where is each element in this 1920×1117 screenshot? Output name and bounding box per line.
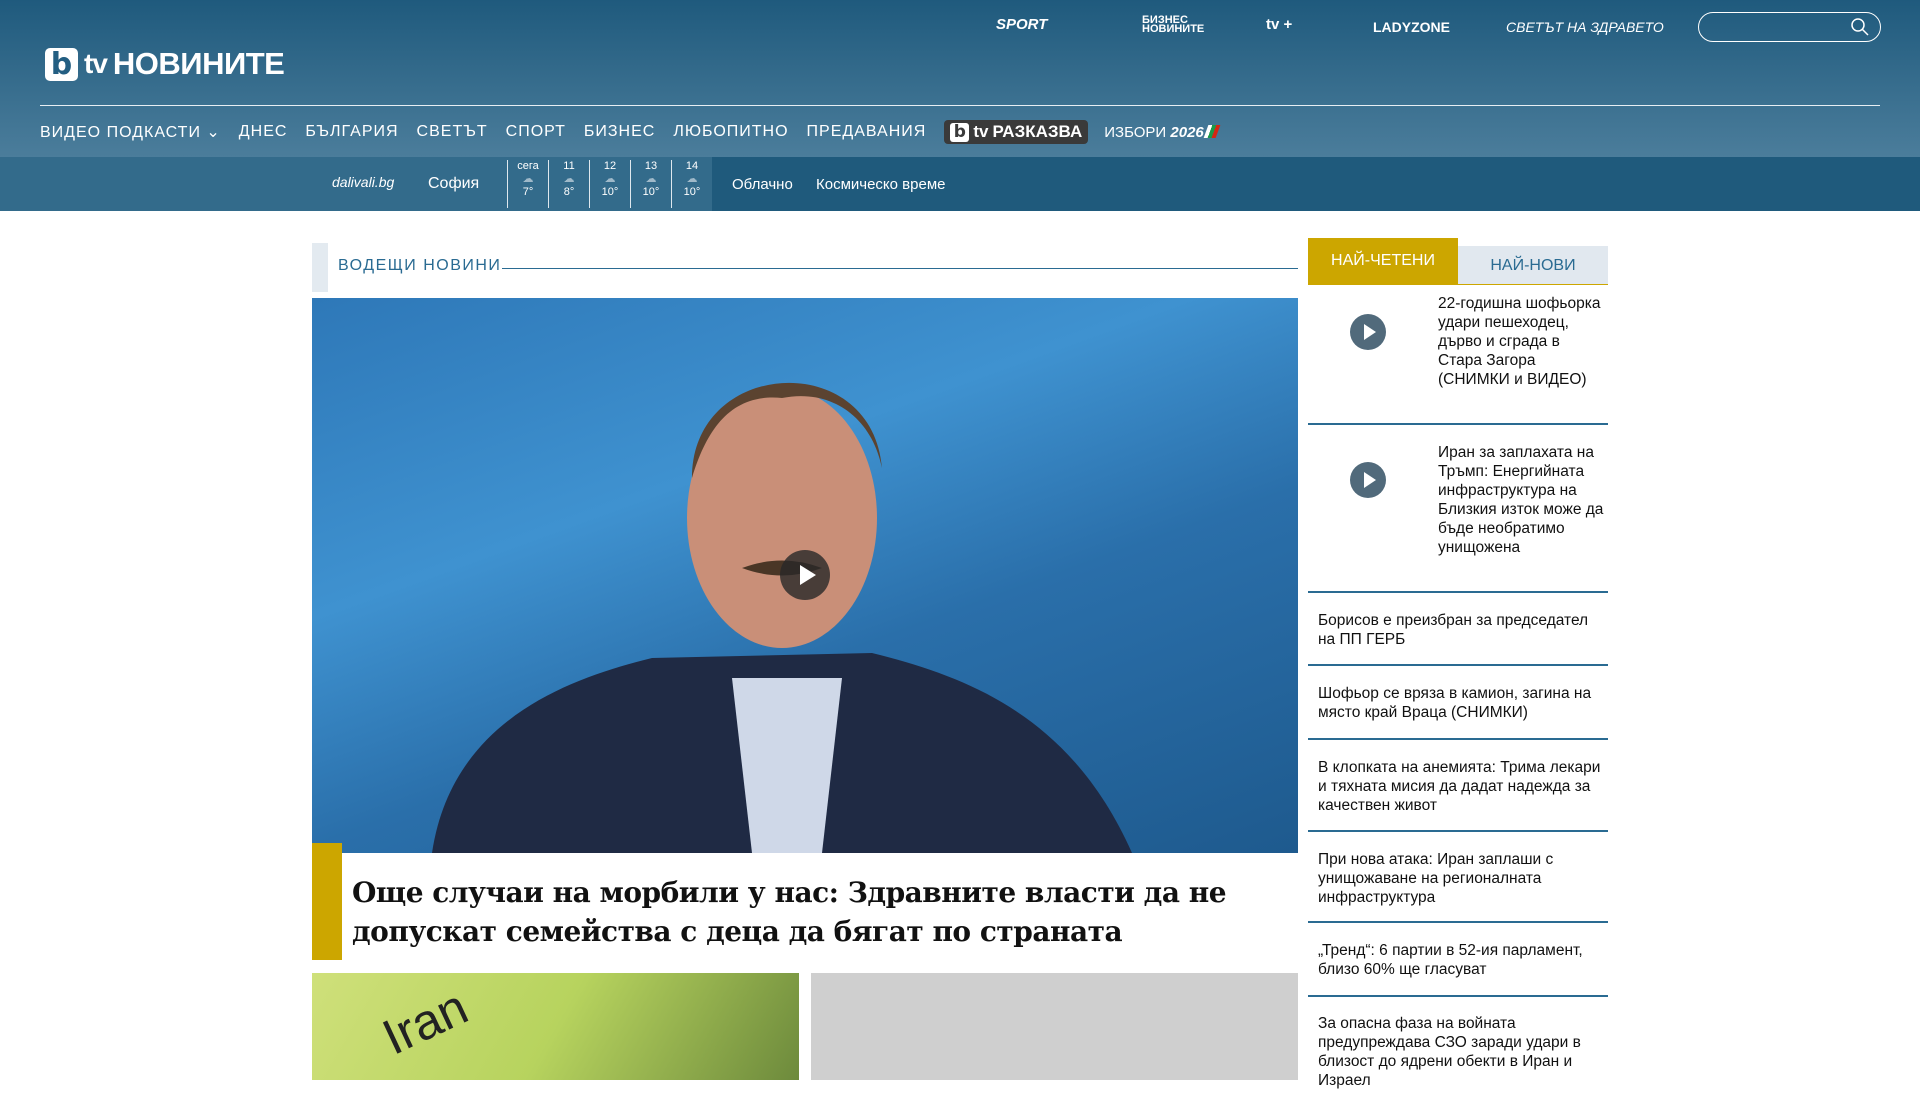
btv-novinite-logo[interactable]: b tv НОВИНИТЕ — [45, 46, 285, 82]
partner-biznes[interactable]: БИЗНЕС НОВИНИТЕ — [1142, 15, 1204, 35]
flag-icon — [1203, 124, 1221, 138]
list-item[interactable]: Борисов е преизбран за председател на ПП… — [1308, 593, 1608, 666]
raz-tv: tv — [973, 122, 989, 141]
cloud-icon: ☁ — [563, 173, 575, 185]
weather-city[interactable]: София — [428, 175, 479, 193]
weather-bar: dalivali.bg София сега ☁ 7° 11 ☁ 8° 12 ☁ 10° 1… — [0, 157, 1920, 211]
nav-shows[interactable]: ПРЕДАВАНИЯ — [807, 123, 927, 141]
chevron-down-icon: ⌄ — [206, 124, 221, 141]
list-item-title: „Тренд“: 6 партии в 52-ия парламент, бли… — [1318, 942, 1583, 978]
cloud-icon: ☁ — [522, 173, 534, 185]
nav-world[interactable]: СВЕТЪТ — [417, 123, 488, 141]
list-item-title: 22-годишна шофьорка удари пешеходец, дър… — [1438, 295, 1601, 388]
search-input[interactable] — [1711, 13, 1851, 40]
logo-b-mark: b — [950, 122, 970, 142]
lead-headline[interactable]: Още случаи на морбили у нас: Здравните в… — [352, 873, 1282, 951]
day-label: 12 — [603, 160, 617, 172]
logo-name: НОВИНИТЕ — [112, 46, 285, 81]
story-card-image-placeholder[interactable] — [811, 973, 1298, 1080]
nav-video-podcasts[interactable]: ВИДЕО ПОДКАСТИ ⌄ — [40, 122, 221, 142]
sidebar-tabs: НАЙ-ЧЕТЕНИ НАЙ-НОВИ — [1308, 238, 1608, 285]
nav-business[interactable]: БИЗНЕС — [584, 123, 655, 141]
dalivali-logo[interactable]: dalivali.bg — [332, 174, 394, 190]
list-item-title: Иран за заплахата на Тръмп: Енергийната … — [1438, 444, 1604, 556]
site-header: b tv НОВИНИТЕ SPORT БИЗНЕС НОВИНИТЕ tv +… — [0, 0, 1920, 157]
section-title: ВОДЕЩИ НОВИНИ — [338, 257, 502, 274]
header-divider — [40, 105, 1880, 106]
day-temp: 10° — [601, 186, 619, 198]
list-item[interactable]: „Тренд“: 6 партии в 52-ия парламент, бли… — [1308, 923, 1608, 997]
cloud-icon: ☁ — [645, 173, 657, 185]
nav-btv-razkazva[interactable]: b tv РАЗКАЗВА — [944, 120, 1089, 144]
partner-btv-plus[interactable]: tv + — [1266, 16, 1292, 33]
weather-day: сега ☁ 7° — [507, 160, 548, 208]
list-item[interactable]: В клопката на анемията: Трима лекари и т… — [1308, 740, 1608, 832]
day-label: сега — [517, 160, 539, 172]
weather-condition[interactable]: Облачно — [732, 176, 793, 193]
nav-label: ВИДЕО ПОДКАСТИ — [40, 124, 201, 141]
cloud-icon: ☁ — [604, 173, 616, 185]
logo-b-mark: b — [45, 47, 78, 81]
search-icon[interactable] — [1850, 17, 1870, 37]
raz-label: РАЗКАЗВА — [992, 122, 1083, 141]
list-item-title: При нова атака: Иран заплаши с унищожава… — [1318, 851, 1554, 906]
nav-elections[interactable]: ИЗБОРИ 2026 — [1104, 123, 1221, 141]
list-item[interactable]: 22-годишна шофьорка удари пешеходец, дър… — [1308, 285, 1608, 425]
story-card-image[interactable]: Iran — [312, 973, 799, 1080]
section-header: ВОДЕЩИ НОВИНИ — [312, 243, 1298, 292]
nav-curious[interactable]: ЛЮБОПИТНО — [673, 123, 788, 141]
weather-day: 12 ☁ 10° — [589, 160, 630, 208]
main-nav: ВИДЕО ПОДКАСТИ ⌄ ДНЕС БЪЛГАРИЯ СВЕТЪТ СП… — [40, 119, 1236, 145]
day-temp: 7° — [522, 186, 534, 198]
list-item-title: В клопката на анемията: Трима лекари и т… — [1318, 759, 1601, 814]
lead-headline-block[interactable]: Още случаи на морбили у нас: Здравните в… — [312, 843, 1298, 960]
day-temp: 10° — [683, 186, 701, 198]
list-item-title: Шофьор се вряза в камион, загина на мяст… — [1318, 685, 1592, 721]
play-icon[interactable] — [1350, 314, 1386, 350]
nav-bulgaria[interactable]: БЪЛГАРИЯ — [305, 123, 398, 141]
search-box[interactable] — [1698, 12, 1881, 42]
nav-sport[interactable]: СПОРТ — [506, 123, 566, 141]
day-label: 13 — [644, 160, 658, 172]
list-item[interactable]: Иран за заплахата на Тръмп: Енергийната … — [1308, 425, 1608, 593]
day-label: 14 — [685, 160, 699, 172]
elections-year: 2026 — [1170, 123, 1204, 141]
play-icon[interactable] — [780, 550, 830, 600]
image-text: Iran — [374, 978, 476, 1066]
logo-tv: tv — [84, 48, 108, 79]
day-temp: 8° — [563, 186, 575, 198]
partner-ladyzone[interactable]: LADYZONE — [1373, 19, 1450, 35]
elections-label: ИЗБОРИ — [1104, 123, 1167, 141]
cloud-icon: ☁ — [686, 173, 698, 185]
nav-dnes[interactable]: ДНЕС — [239, 123, 288, 141]
tab-newest[interactable]: НАЙ-НОВИ — [1458, 246, 1608, 284]
day-label: 11 — [563, 160, 575, 172]
partner-health[interactable]: СВЕТЪТ НА ЗДРАВЕТО — [1506, 19, 1664, 35]
partner-btv-sport[interactable]: SPORT — [996, 16, 1047, 33]
day-temp: 10° — [642, 186, 660, 198]
weather-day: 14 ☁ 10° — [671, 160, 712, 208]
lead-story-image[interactable] — [312, 298, 1298, 853]
weather-day: 11 ☁ 8° — [548, 160, 589, 208]
weather-day: 13 ☁ 10° — [630, 160, 671, 208]
list-item[interactable]: При нова атака: Иран заплаши с унищожава… — [1308, 832, 1608, 923]
space-weather-link[interactable]: Космическо време — [816, 176, 945, 193]
tab-most-read[interactable]: НАЙ-ЧЕТЕНИ — [1308, 238, 1458, 284]
list-item[interactable]: За опасна фаза на войната предупреждава … — [1308, 997, 1608, 1117]
list-item[interactable]: Шофьор се вряза в камион, загина на мяст… — [1308, 666, 1608, 740]
play-icon[interactable] — [1350, 462, 1386, 498]
list-item-title: Борисов е преизбран за председател на ПП… — [1318, 612, 1589, 648]
list-item-title: За опасна фаза на войната предупреждава … — [1318, 1015, 1581, 1089]
